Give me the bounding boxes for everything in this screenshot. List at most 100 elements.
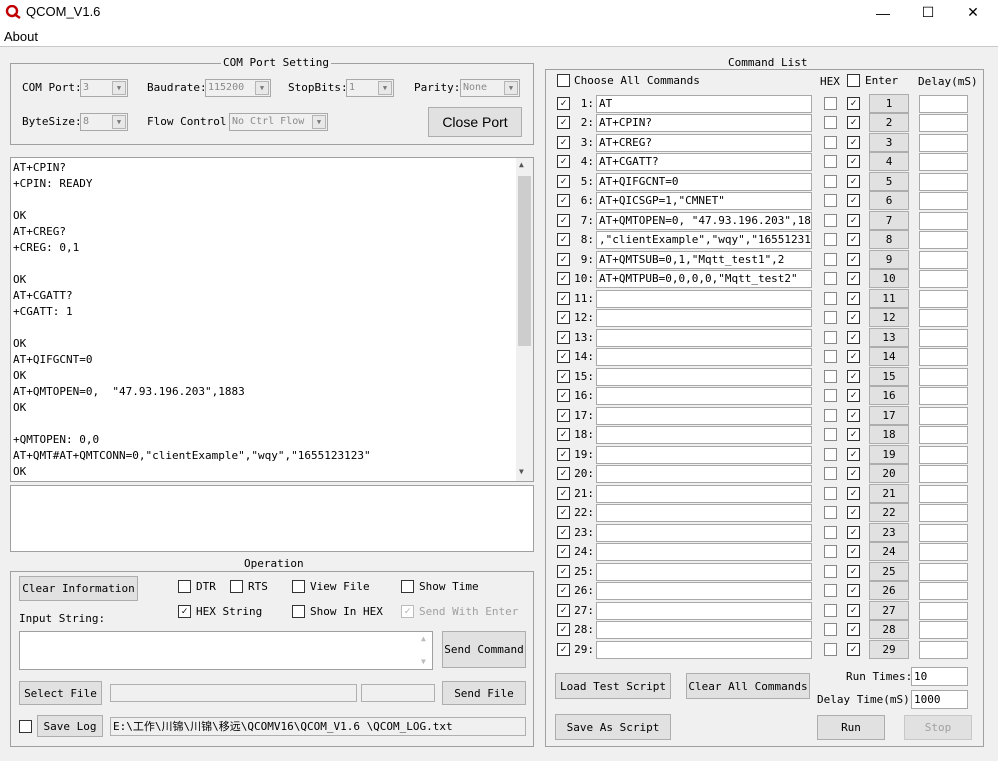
command-enter-checkbox[interactable]: ✓ — [847, 370, 860, 383]
load-test-script-button[interactable]: Load Test Script — [555, 673, 671, 699]
command-enter-checkbox[interactable]: ✓ — [847, 272, 860, 285]
command-input[interactable]: AT+CPIN? — [596, 114, 812, 132]
command-enter-checkbox[interactable]: ✓ — [847, 428, 860, 441]
command-input[interactable] — [596, 504, 812, 522]
command-enable-checkbox[interactable]: ✓ — [557, 467, 570, 480]
dtr-checkbox[interactable] — [178, 580, 191, 593]
command-delay-input[interactable] — [919, 641, 968, 659]
command-send-button[interactable]: 13 — [869, 328, 909, 347]
command-hex-checkbox[interactable] — [824, 214, 837, 227]
command-enter-checkbox[interactable]: ✓ — [847, 467, 860, 480]
command-delay-input[interactable] — [919, 251, 968, 269]
send-with-enter-checkbox[interactable]: ✓ — [401, 605, 414, 618]
command-enable-checkbox[interactable]: ✓ — [557, 253, 570, 266]
command-enable-checkbox[interactable]: ✓ — [557, 272, 570, 285]
command-hex-checkbox[interactable] — [824, 389, 837, 402]
command-enable-checkbox[interactable]: ✓ — [557, 97, 570, 110]
command-send-button[interactable]: 20 — [869, 464, 909, 483]
command-input[interactable]: AT+QICSGP=1,"CMNET" — [596, 192, 812, 210]
command-hex-checkbox[interactable] — [824, 545, 837, 558]
enter-all-checkbox[interactable] — [847, 74, 860, 87]
command-delay-input[interactable] — [919, 426, 968, 444]
file-path-field[interactable] — [110, 684, 357, 702]
command-input[interactable] — [596, 582, 812, 600]
delay-time-input[interactable]: 1000 — [911, 690, 968, 709]
command-enter-checkbox[interactable]: ✓ — [847, 604, 860, 617]
command-hex-checkbox[interactable] — [824, 448, 837, 461]
command-delay-input[interactable] — [919, 290, 968, 308]
stopbits-select[interactable]: 1 ▼ — [346, 79, 394, 97]
command-hex-checkbox[interactable] — [824, 428, 837, 441]
command-delay-input[interactable] — [919, 387, 968, 405]
command-enable-checkbox[interactable]: ✓ — [557, 623, 570, 636]
command-enter-checkbox[interactable]: ✓ — [847, 584, 860, 597]
command-delay-input[interactable] — [919, 309, 968, 327]
command-input[interactable]: AT+QMTOPEN=0, "47.93.196.203",1883 — [596, 212, 812, 230]
hex-string-checkbox[interactable]: ✓ — [178, 605, 191, 618]
rts-checkbox[interactable] — [230, 580, 243, 593]
command-enable-checkbox[interactable]: ✓ — [557, 233, 570, 246]
command-send-button[interactable]: 1 — [869, 94, 909, 113]
command-delay-input[interactable] — [919, 524, 968, 542]
command-enable-checkbox[interactable]: ✓ — [557, 214, 570, 227]
command-hex-checkbox[interactable] — [824, 584, 837, 597]
command-hex-checkbox[interactable] — [824, 233, 837, 246]
close-window-button[interactable]: ✕ — [950, 0, 996, 25]
command-hex-checkbox[interactable] — [824, 487, 837, 500]
scroll-up-icon[interactable]: ▲ — [519, 160, 524, 169]
command-input[interactable] — [596, 602, 812, 620]
command-send-button[interactable]: 12 — [869, 308, 909, 327]
command-input[interactable] — [596, 348, 812, 366]
command-input[interactable] — [596, 426, 812, 444]
command-enter-checkbox[interactable]: ✓ — [847, 565, 860, 578]
command-hex-checkbox[interactable] — [824, 311, 837, 324]
command-enable-checkbox[interactable]: ✓ — [557, 175, 570, 188]
command-hex-checkbox[interactable] — [824, 643, 837, 656]
save-as-script-button[interactable]: Save As Script — [555, 714, 671, 740]
command-send-button[interactable]: 22 — [869, 503, 909, 522]
command-delay-input[interactable] — [919, 563, 968, 581]
command-send-button[interactable]: 28 — [869, 620, 909, 639]
command-delay-input[interactable] — [919, 270, 968, 288]
command-hex-checkbox[interactable] — [824, 331, 837, 344]
command-delay-input[interactable] — [919, 446, 968, 464]
command-enter-checkbox[interactable]: ✓ — [847, 506, 860, 519]
command-delay-input[interactable] — [919, 212, 968, 230]
input-string-field[interactable] — [19, 631, 433, 670]
command-enable-checkbox[interactable]: ✓ — [557, 116, 570, 129]
command-enable-checkbox[interactable]: ✓ — [557, 311, 570, 324]
baudrate-select[interactable]: 115200 ▼ — [205, 79, 271, 97]
command-enter-checkbox[interactable]: ✓ — [847, 487, 860, 500]
bytesize-select[interactable]: 8 ▼ — [80, 113, 128, 131]
flow-control-select[interactable]: No Ctrl Flow ▼ — [229, 113, 328, 131]
run-times-input[interactable]: 10 — [911, 667, 968, 686]
command-send-button[interactable]: 19 — [869, 445, 909, 464]
command-delay-input[interactable] — [919, 153, 968, 171]
view-file-checkbox[interactable] — [292, 580, 305, 593]
command-delay-input[interactable] — [919, 173, 968, 191]
command-delay-input[interactable] — [919, 582, 968, 600]
command-send-button[interactable]: 8 — [869, 230, 909, 249]
command-hex-checkbox[interactable] — [824, 272, 837, 285]
scroll-thumb[interactable] — [518, 176, 531, 346]
command-hex-checkbox[interactable] — [824, 526, 837, 539]
command-send-button[interactable]: 16 — [869, 386, 909, 405]
command-delay-input[interactable] — [919, 543, 968, 561]
command-enable-checkbox[interactable]: ✓ — [557, 565, 570, 578]
scroll-down-icon[interactable]: ▼ — [519, 467, 524, 476]
command-enter-checkbox[interactable]: ✓ — [847, 409, 860, 422]
command-hex-checkbox[interactable] — [824, 467, 837, 480]
command-hex-checkbox[interactable] — [824, 116, 837, 129]
stop-button[interactable]: Stop — [904, 715, 972, 740]
scroll-down-icon[interactable]: ▼ — [421, 657, 426, 666]
command-input[interactable]: ,"clientExample","wqy","1655123123" — [596, 231, 812, 249]
command-input[interactable]: AT+QIFGCNT=0 — [596, 173, 812, 191]
command-enter-checkbox[interactable]: ✓ — [847, 116, 860, 129]
clear-information-button[interactable]: Clear Information — [19, 576, 138, 601]
command-hex-checkbox[interactable] — [824, 350, 837, 363]
command-delay-input[interactable] — [919, 192, 968, 210]
command-enter-checkbox[interactable]: ✓ — [847, 253, 860, 266]
command-hex-checkbox[interactable] — [824, 604, 837, 617]
menu-about[interactable]: About — [4, 29, 38, 44]
com-port-select[interactable]: 3 ▼ — [80, 79, 128, 97]
